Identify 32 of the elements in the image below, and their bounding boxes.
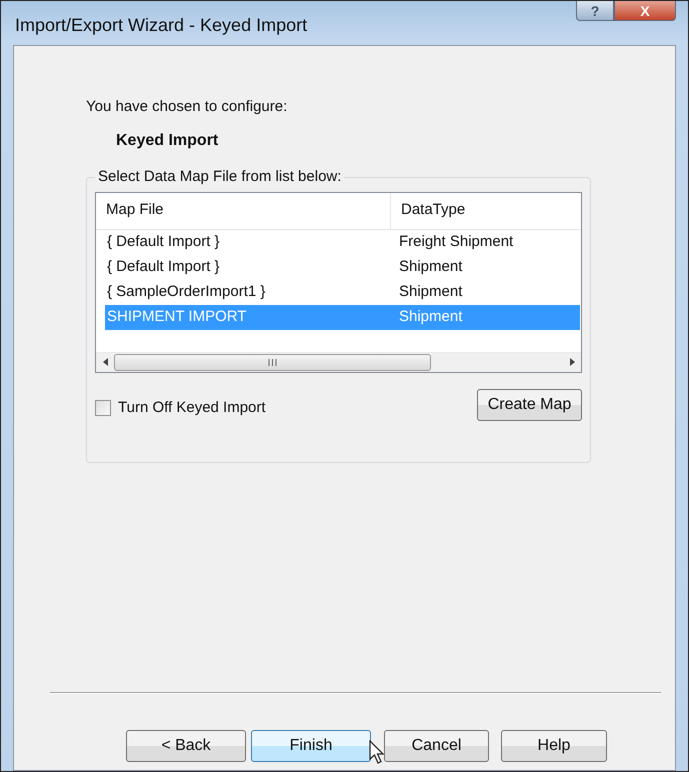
help-button[interactable]: ?	[576, 1, 614, 21]
checkbox-label: Turn Off Keyed Import	[118, 398, 266, 418]
column-header[interactable]: Map File	[96, 192, 391, 228]
grip-icon	[268, 358, 277, 366]
scroll-left-icon[interactable]	[102, 358, 108, 366]
scrollbar-thumb[interactable]	[114, 354, 431, 370]
list-row[interactable]: { SampleOrderImport1 } Shipment	[105, 280, 580, 304]
create-map-button[interactable]: Create Map	[477, 388, 582, 420]
dialog-button[interactable]: Cancel	[384, 730, 489, 762]
checkbox-box[interactable]	[95, 400, 111, 416]
turn-off-checkbox[interactable]: Turn Off Keyed Import	[95, 396, 266, 419]
intro-text: You have chosen to configure:	[86, 97, 288, 117]
group-title: Select Data Map File from list below:	[95, 168, 344, 186]
dialog-button[interactable]: < Back	[126, 730, 246, 762]
map-file-text: { SampleOrderImport1 }	[106, 282, 266, 302]
configuration-name: Keyed Import	[116, 130, 220, 150]
map-file-text: { Default Import }	[106, 232, 221, 252]
dialog-button[interactable]: Finish	[251, 730, 371, 762]
data-type-text: Shipment	[398, 306, 462, 327]
column-header[interactable]: DataType	[391, 192, 476, 228]
data-type-text: Freight Shipment	[398, 232, 514, 252]
horizontal-scrollbar[interactable]	[96, 352, 581, 372]
dialog-button[interactable]: Help	[501, 730, 607, 762]
window-title: Import/Export Wizard - Keyed Import	[15, 14, 308, 37]
map-file-text: { Default Import }	[106, 256, 221, 277]
data-type-text: Shipment	[398, 256, 462, 277]
list-row[interactable]: { Default Import } Shipment	[105, 254, 580, 280]
map-file-text: SHIPMENT IMPORT	[106, 306, 248, 327]
list-row[interactable]: { Default Import } Freight Shipment	[105, 230, 580, 254]
data-type-text: Shipment	[398, 282, 462, 302]
scroll-right-icon[interactable]	[570, 358, 574, 366]
mouse-pointer-icon	[369, 740, 385, 766]
